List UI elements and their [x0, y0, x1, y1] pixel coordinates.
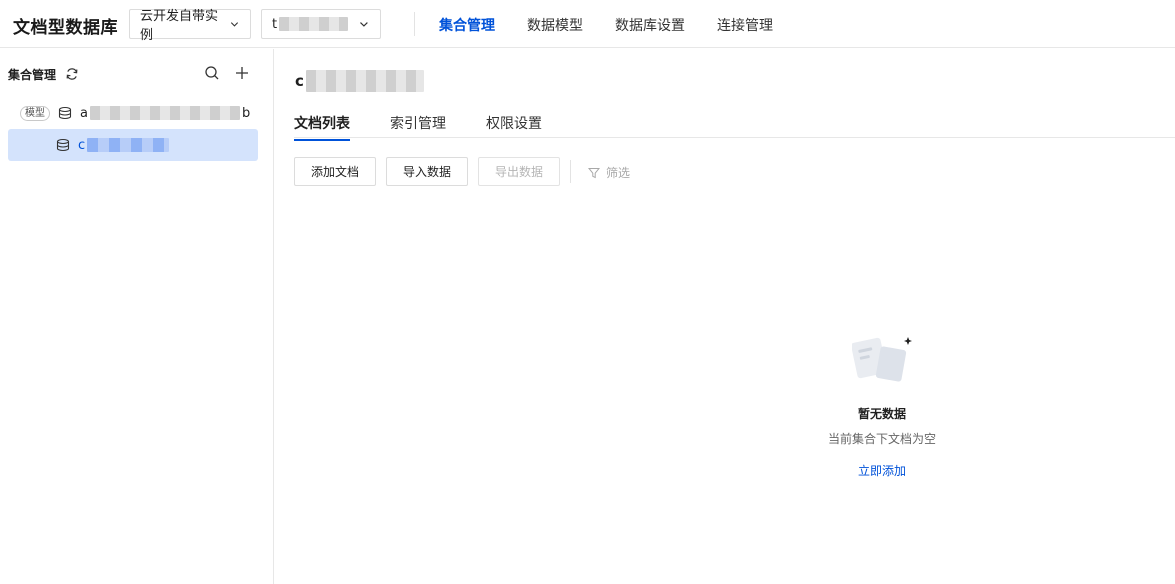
- tree-item-model-collection[interactable]: 模型 a b: [8, 97, 258, 129]
- filter-label: 筛选: [606, 166, 631, 180]
- redacted-collection-name: [87, 138, 170, 152]
- sidebar-title: 集合管理: [8, 68, 57, 82]
- add-document-button[interactable]: 添加文档: [294, 157, 376, 186]
- tab-permission-settings[interactable]: 权限设置: [486, 113, 542, 139]
- collection-title: c: [295, 70, 424, 92]
- app-title: 文档型数据库: [13, 18, 118, 38]
- db-select[interactable]: t: [261, 9, 381, 39]
- refresh-icon[interactable]: [63, 65, 81, 83]
- search-icon[interactable]: [203, 64, 221, 82]
- sidebar: 集合管理 模型 a b c: [0, 49, 274, 584]
- main-content: c 文档列表 索引管理 权限设置 添加文档 导入数据 导出数据 筛选: [274, 49, 1175, 584]
- database-icon: [58, 106, 72, 120]
- tree-item-selected-collection[interactable]: c: [8, 129, 258, 161]
- export-data-button[interactable]: 导出数据: [478, 157, 560, 186]
- filter-button[interactable]: 筛选: [588, 164, 630, 181]
- env-select[interactable]: 云开发自带实例: [129, 9, 251, 43]
- nav-database-settings[interactable]: 数据库设置: [615, 15, 685, 35]
- tree-item-name-prefix: a: [80, 105, 88, 121]
- import-data-button[interactable]: 导入数据: [386, 157, 468, 186]
- env-select-label: 云开发自带实例: [140, 9, 219, 43]
- db-select-label: t: [272, 16, 278, 32]
- redacted-collection-title: [305, 70, 424, 92]
- tab-index-management[interactable]: 索引管理: [390, 113, 446, 139]
- header-divider: [414, 12, 415, 36]
- nav-connection-management[interactable]: 连接管理: [717, 15, 773, 35]
- tree-item-name-prefix: c: [78, 137, 86, 153]
- toolbar-divider: [570, 160, 571, 183]
- add-collection-icon[interactable]: [233, 64, 251, 82]
- tree-item-name-suffix: b: [241, 105, 251, 121]
- empty-state-title: 暂无数据: [857, 407, 906, 421]
- add-now-link[interactable]: 立即添加: [0, 462, 1175, 479]
- collection-title-prefix: c: [295, 72, 304, 90]
- model-badge: 模型: [20, 105, 50, 121]
- top-bar: 文档型数据库 云开发自带实例 t 集合管理 数据模型 数据库设置 连接管理: [0, 0, 1175, 48]
- empty-documents-icon: [852, 337, 912, 382]
- database-icon: [56, 138, 70, 152]
- redacted-db-name: [279, 17, 349, 31]
- nav-collection-management[interactable]: 集合管理: [439, 15, 495, 35]
- chevron-down-icon: [360, 22, 368, 27]
- nav-data-model[interactable]: 数据模型: [527, 15, 583, 35]
- chevron-down-icon: [230, 22, 239, 27]
- tab-bar: 文档列表 索引管理 权限设置: [294, 113, 1175, 141]
- tab-document-list[interactable]: 文档列表: [294, 113, 350, 141]
- empty-state-description: 当前集合下文档为空: [827, 432, 936, 446]
- redacted-collection-name: [89, 106, 240, 120]
- filter-icon: [588, 167, 600, 178]
